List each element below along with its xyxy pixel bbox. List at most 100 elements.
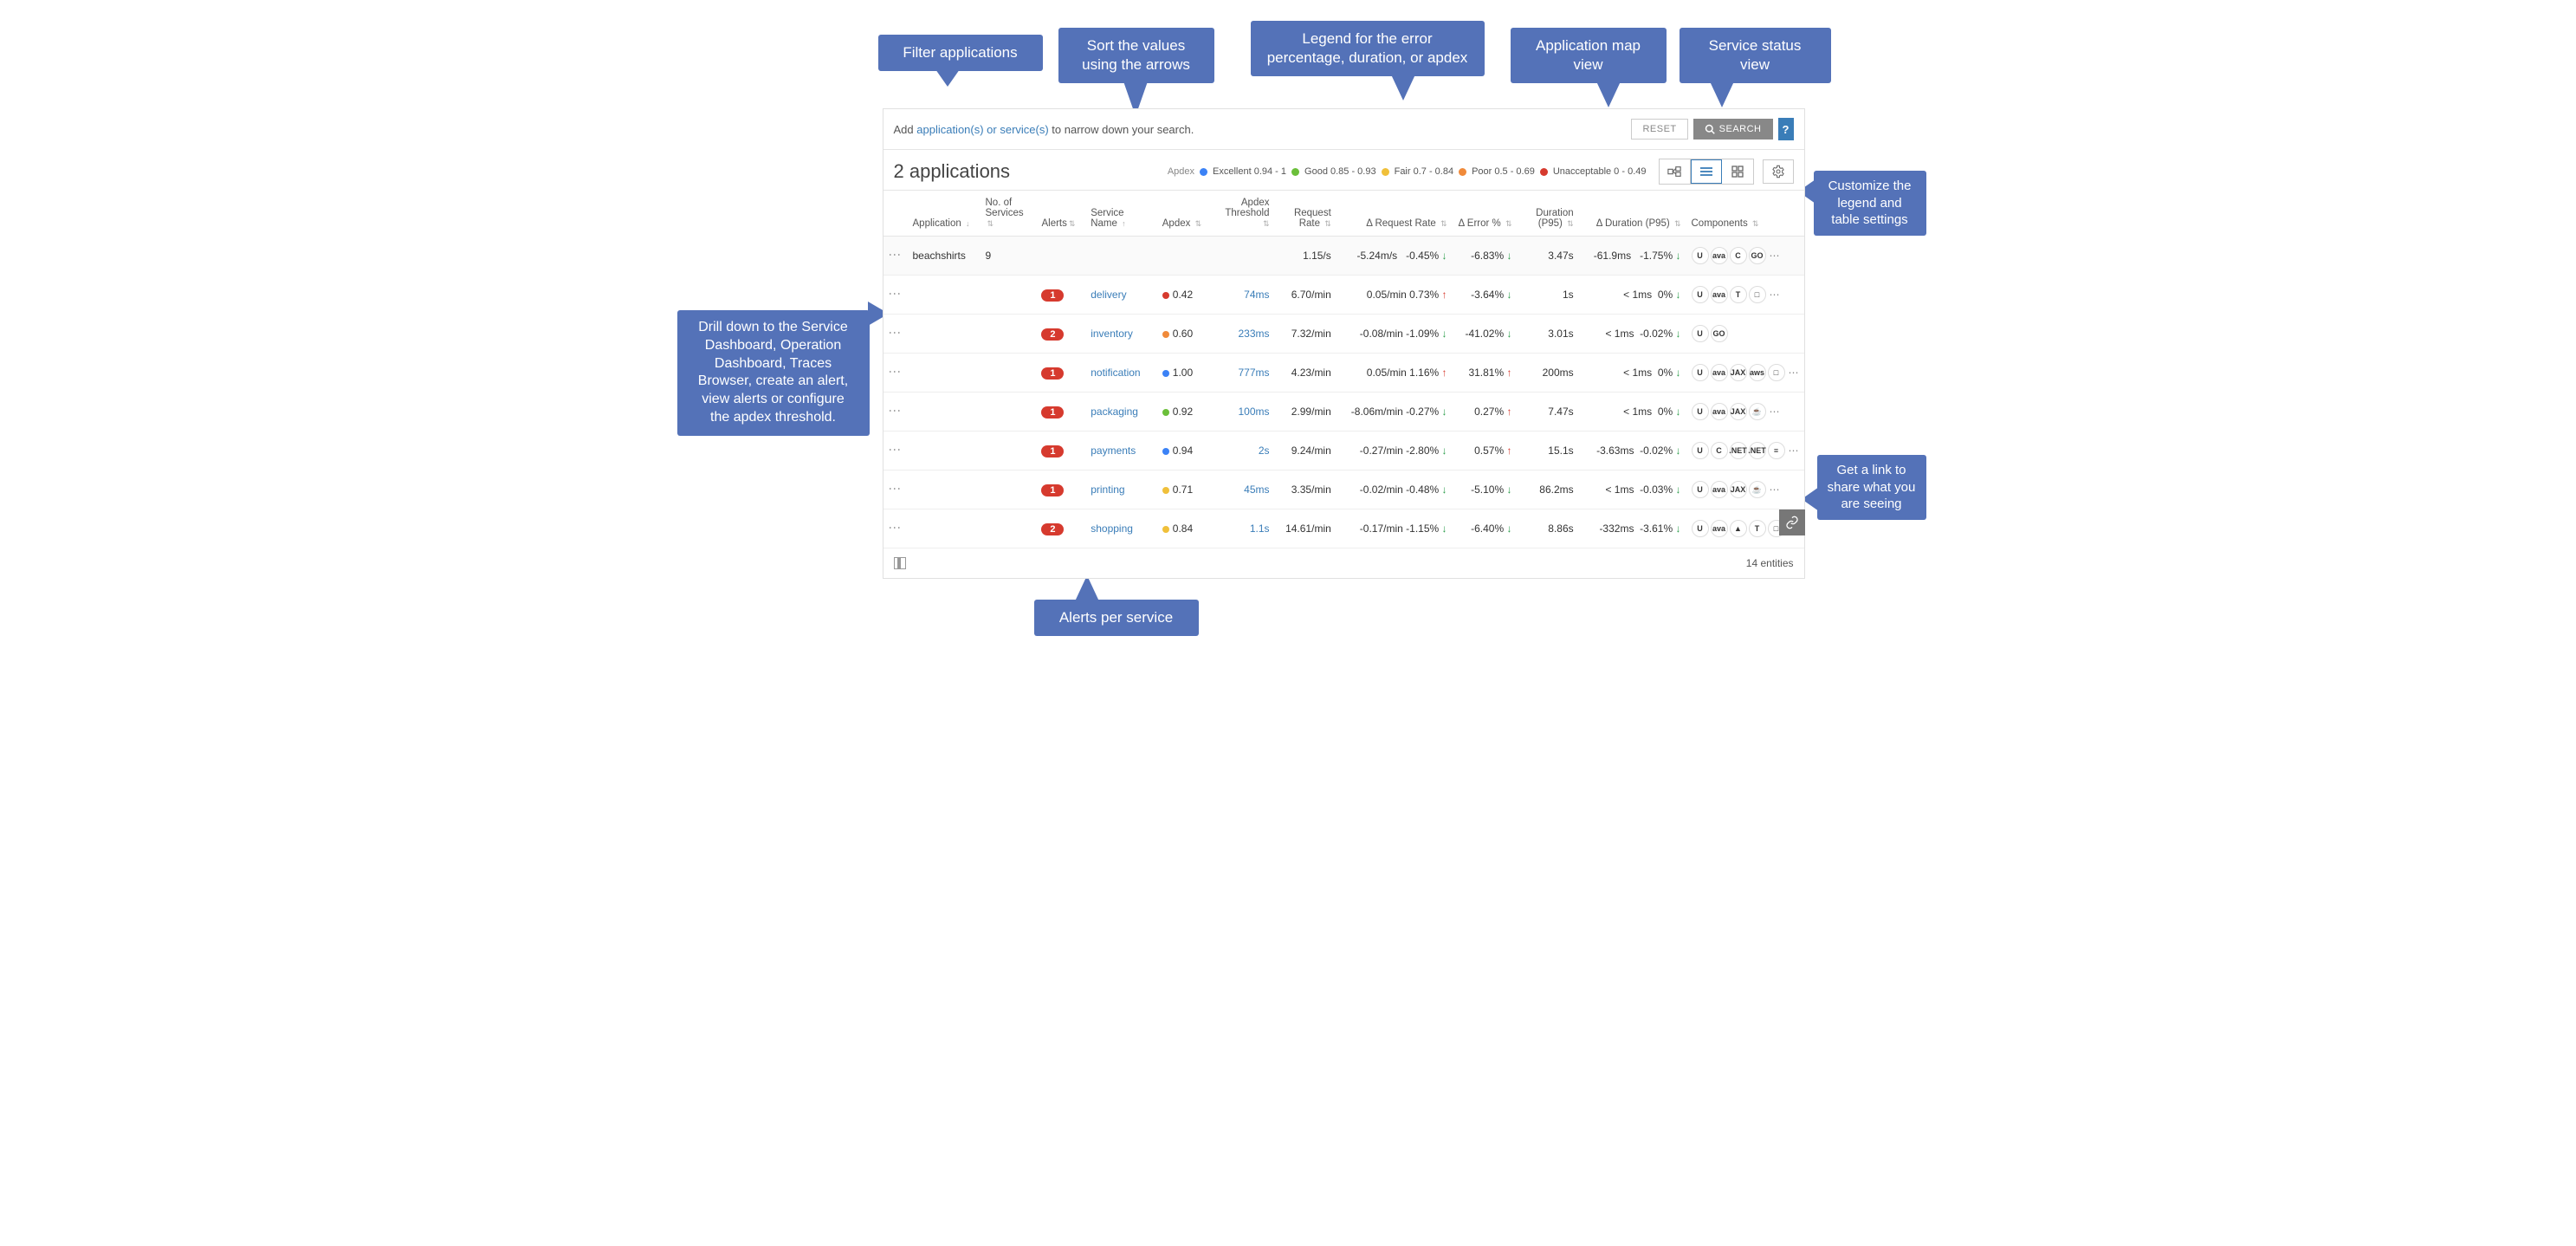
dduration-pct: -3.61% xyxy=(1640,522,1673,535)
search-icon xyxy=(1705,124,1715,134)
more-icon[interactable]: ⋯ xyxy=(1768,289,1780,301)
alert-badge[interactable]: 1 xyxy=(1041,484,1064,496)
derror-value: 0.57% xyxy=(1474,445,1504,457)
alert-badge[interactable]: 1 xyxy=(1041,445,1064,458)
alert-badge[interactable]: 1 xyxy=(1041,289,1064,302)
sort-icon: ⇅ xyxy=(1674,219,1681,228)
service-row: ⋮1notification1.00777ms4.23/min0.05/min … xyxy=(883,354,1804,393)
column-toggle-icon[interactable] xyxy=(894,557,906,569)
apdex-dot-icon xyxy=(1162,370,1169,377)
component-badge: ava xyxy=(1711,520,1728,537)
threshold-link[interactable]: 1.1s xyxy=(1216,522,1270,535)
row-menu-icon[interactable]: ⋮ xyxy=(889,288,903,299)
row-components: UavaT□⋯ xyxy=(1692,286,1799,303)
threshold-link[interactable]: 233ms xyxy=(1216,328,1270,340)
component-badge: U xyxy=(1692,403,1709,420)
arrow-up-icon: ↑ xyxy=(1442,289,1447,301)
search-button[interactable]: SEARCH xyxy=(1693,119,1773,140)
service-link[interactable]: notification xyxy=(1091,367,1140,379)
col-dreqrate[interactable]: Δ Request Rate ⇅ xyxy=(1337,191,1453,237)
help-button[interactable]: ? xyxy=(1778,118,1794,140)
component-badge: U xyxy=(1692,520,1709,537)
component-badge: U xyxy=(1692,481,1709,498)
dduration-pct: 0% xyxy=(1658,289,1673,301)
col-duration[interactable]: Duration (P95) ⇅ xyxy=(1518,191,1579,237)
callout-settings: Customize the legend and table settings xyxy=(1814,171,1926,236)
service-link[interactable]: printing xyxy=(1091,483,1124,496)
col-apdex[interactable]: Apdex ⇅ xyxy=(1157,191,1211,237)
col-threshold[interactable]: Apdex Threshold ⇅ xyxy=(1211,191,1275,237)
col-application[interactable]: Application ↓ xyxy=(908,191,981,237)
row-menu-icon[interactable]: ⋮ xyxy=(889,366,903,377)
col-derror[interactable]: Δ Error % ⇅ xyxy=(1453,191,1518,237)
threshold-link[interactable]: 777ms xyxy=(1216,367,1270,379)
threshold-link[interactable]: 45ms xyxy=(1216,483,1270,496)
arrow-down-icon: ↓ xyxy=(1676,289,1681,301)
service-link[interactable]: inventory xyxy=(1091,328,1133,340)
col-service[interactable]: Service Name ↑ xyxy=(1085,191,1157,237)
share-link-button[interactable] xyxy=(1779,509,1805,535)
dreqrate-value: 0.05/min xyxy=(1367,289,1407,301)
apdex-dot-icon xyxy=(1162,526,1169,533)
apdex-value: 0.60 xyxy=(1173,328,1193,340)
row-menu-icon[interactable]: ⋮ xyxy=(889,483,903,494)
row-components: UavaJAX☕⋯ xyxy=(1692,403,1799,420)
arrow-down-icon: ↓ xyxy=(1507,522,1512,535)
alert-badge[interactable]: 2 xyxy=(1041,523,1064,535)
row-menu-icon[interactable]: ⋮ xyxy=(889,327,903,338)
map-view-button[interactable] xyxy=(1660,159,1691,184)
component-badge: U xyxy=(1692,286,1709,303)
row-menu-icon[interactable]: ⋮ xyxy=(889,249,903,260)
sort-icon: ⇅ xyxy=(1505,219,1512,228)
threshold-link[interactable]: 2s xyxy=(1216,445,1270,457)
component-badge: T xyxy=(1749,520,1766,537)
component-badge: U xyxy=(1692,442,1709,459)
col-dduration[interactable]: Δ Duration (P95) ⇅ xyxy=(1579,191,1686,237)
col-components[interactable]: Components ⇅ xyxy=(1686,191,1804,237)
legend-label: Fair 0.7 - 0.84 xyxy=(1395,166,1453,177)
col-services[interactable]: No. of Services ⇅ xyxy=(981,191,1037,237)
arrow-down-icon: ↓ xyxy=(1507,483,1512,496)
apdex-legend: Apdex Excellent 0.94 - 1Good 0.85 - 0.93… xyxy=(1168,166,1647,177)
row-menu-icon[interactable]: ⋮ xyxy=(889,522,903,533)
dreqrate-value: -0.27/min xyxy=(1360,445,1403,457)
dreqrate-pct: -1.09% xyxy=(1406,328,1439,340)
service-link[interactable]: packaging xyxy=(1091,406,1138,418)
dduration-value: < 1ms xyxy=(1605,328,1634,340)
legend-dot-icon xyxy=(1291,168,1299,176)
alert-badge[interactable]: 1 xyxy=(1041,406,1064,419)
list-view-button[interactable] xyxy=(1691,159,1722,184)
legend-dot-icon xyxy=(1200,168,1207,176)
more-icon[interactable]: ⋯ xyxy=(1787,367,1799,379)
service-link[interactable]: payments xyxy=(1091,445,1136,457)
apdex-dot-icon xyxy=(1162,331,1169,338)
service-link[interactable]: delivery xyxy=(1091,289,1126,301)
dduration-pct: 0% xyxy=(1658,406,1673,418)
threshold-link[interactable]: 100ms xyxy=(1216,406,1270,418)
arrow-up-icon: ↑ xyxy=(1442,367,1447,379)
col-alerts[interactable]: Alerts⇅ xyxy=(1036,191,1085,237)
dduration-value: -3.63ms xyxy=(1596,445,1634,457)
row-menu-icon[interactable]: ⋮ xyxy=(889,444,903,455)
settings-button[interactable] xyxy=(1763,159,1794,184)
more-icon[interactable]: ⋯ xyxy=(1787,445,1799,457)
reset-button[interactable]: RESET xyxy=(1631,119,1687,140)
col-reqrate[interactable]: Request Rate ⇅ xyxy=(1275,191,1337,237)
service-link[interactable]: shopping xyxy=(1091,522,1133,535)
sort-icon: ↓ xyxy=(966,219,970,228)
more-icon[interactable]: ⋯ xyxy=(1768,406,1780,418)
alert-badge[interactable]: 1 xyxy=(1041,367,1064,380)
component-badge: ava xyxy=(1711,286,1728,303)
search-hint-link[interactable]: application(s) or service(s) xyxy=(916,123,1048,136)
alert-badge[interactable]: 2 xyxy=(1041,328,1064,341)
derror-value: 31.81% xyxy=(1468,367,1504,379)
row-menu-icon[interactable]: ⋮ xyxy=(889,405,903,416)
grid-view-button[interactable] xyxy=(1722,159,1753,184)
duration-value: 200ms xyxy=(1523,367,1574,379)
component-badge: ava xyxy=(1711,364,1728,381)
more-icon[interactable]: ⋯ xyxy=(1768,483,1780,496)
arrow-down-icon: ↓ xyxy=(1442,328,1447,340)
threshold-link[interactable]: 74ms xyxy=(1216,289,1270,301)
duration-value: 3.01s xyxy=(1523,328,1574,340)
more-icon[interactable]: ⋯ xyxy=(1768,250,1780,262)
